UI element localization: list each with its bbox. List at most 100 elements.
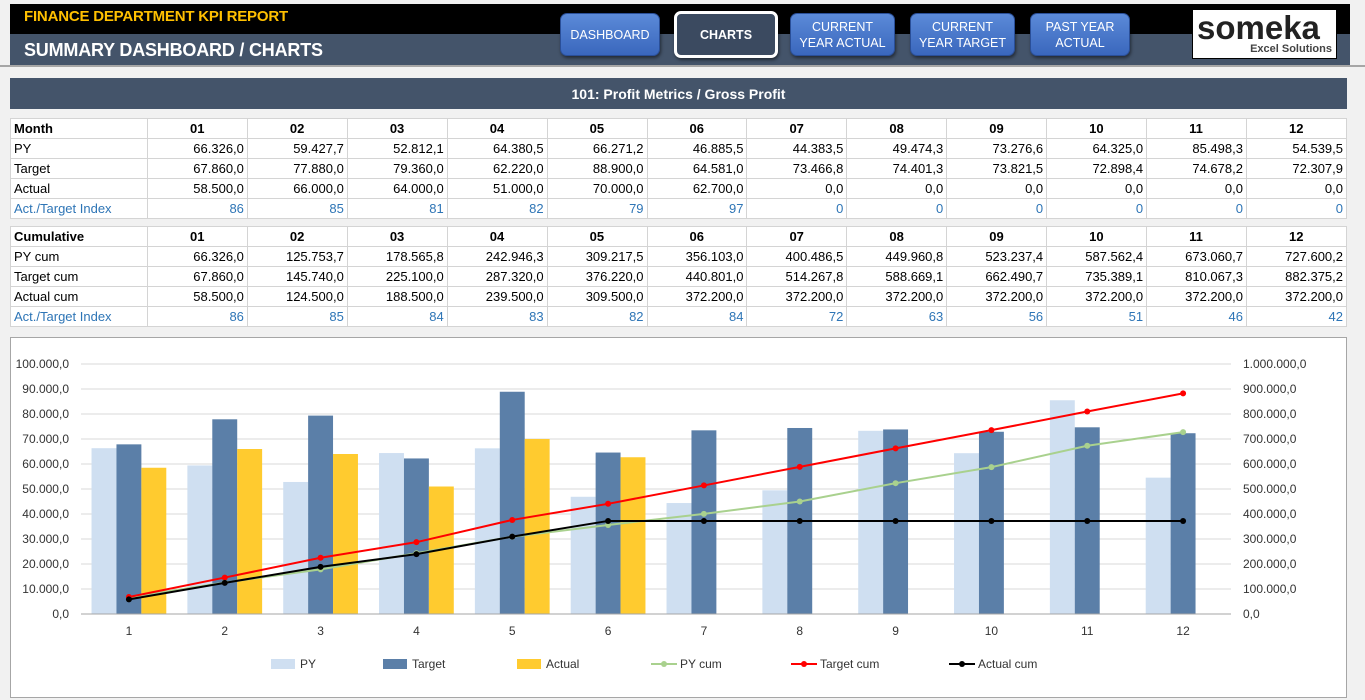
table-cell[interactable]: 66.000,0	[246, 178, 348, 199]
table-cell[interactable]: 727.600,2	[1245, 246, 1348, 267]
table-cell[interactable]: 0,0	[1245, 178, 1348, 199]
table-cell[interactable]: 42	[1245, 306, 1348, 327]
table-cell[interactable]: 62.220,0	[446, 158, 548, 179]
table-cell[interactable]: 662.490,7	[946, 266, 1048, 287]
table-cell[interactable]: 56	[946, 306, 1048, 327]
table-cell[interactable]: 62.700,0	[646, 178, 748, 199]
table-cell[interactable]: 70.000,0	[546, 178, 648, 199]
table-cell[interactable]: 588.669,1	[846, 266, 948, 287]
table-cell[interactable]: 0	[1245, 198, 1348, 219]
table-cell[interactable]: 64.325,0	[1046, 138, 1148, 159]
table-cell[interactable]: 356.103,0	[646, 246, 748, 267]
table-cell[interactable]: 124.500,0	[246, 286, 348, 307]
table-cell[interactable]: 239.500,0	[446, 286, 548, 307]
table-cell[interactable]: 66.326,0	[147, 246, 248, 267]
table-cell[interactable]: 79.360,0	[346, 158, 448, 179]
table-cell[interactable]: 242.946,3	[446, 246, 548, 267]
table-cell[interactable]: 66.271,2	[546, 138, 648, 159]
table-cell[interactable]: 72.307,9	[1245, 158, 1348, 179]
nav-past-year-actual-button[interactable]: PAST YEAR ACTUAL	[1030, 13, 1130, 56]
table-cell[interactable]: 309.217,5	[546, 246, 648, 267]
table-cell[interactable]: 67.860,0	[147, 266, 248, 287]
table-cell[interactable]: 178.565,8	[346, 246, 448, 267]
table-cell[interactable]: 73.276,6	[946, 138, 1048, 159]
table-cell[interactable]: 74.678,2	[1146, 158, 1247, 179]
table-cell[interactable]: 125.753,7	[246, 246, 348, 267]
table-cell[interactable]: 67.860,0	[147, 158, 248, 179]
table-cell[interactable]: 0,0	[1046, 178, 1148, 199]
table-cell[interactable]: 85	[246, 198, 348, 219]
table-cell[interactable]: 79	[546, 198, 648, 219]
table-cell[interactable]: 735.389,1	[1046, 266, 1148, 287]
table-cell[interactable]: 0	[946, 198, 1048, 219]
nav-charts-button[interactable]: CHARTS	[674, 11, 778, 58]
table-cell[interactable]: 49.474,3	[846, 138, 948, 159]
table-cell[interactable]: 0,0	[846, 178, 948, 199]
table-cell[interactable]: 54.539,5	[1245, 138, 1348, 159]
table-cell[interactable]: 372.200,0	[1245, 286, 1348, 307]
table-cell[interactable]: 514.267,8	[746, 266, 848, 287]
table-cell[interactable]: 88.900,0	[546, 158, 648, 179]
table-cell[interactable]: 58.500,0	[147, 178, 248, 199]
table-cell[interactable]: 587.562,4	[1046, 246, 1148, 267]
table-cell[interactable]: 0	[746, 198, 848, 219]
table-cell[interactable]: 66.326,0	[147, 138, 248, 159]
table-cell[interactable]: 882.375,2	[1245, 266, 1348, 287]
table-cell[interactable]: 523.237,4	[946, 246, 1048, 267]
table-cell[interactable]: 188.500,0	[346, 286, 448, 307]
nav-current-year-actual-button[interactable]: CURRENT YEAR ACTUAL	[790, 13, 895, 56]
table-cell[interactable]: 51	[1046, 306, 1148, 327]
table-cell[interactable]: 72	[746, 306, 848, 327]
table-cell[interactable]: 0,0	[746, 178, 848, 199]
table-cell[interactable]: 309.500,0	[546, 286, 648, 307]
table-cell[interactable]: 64.581,0	[646, 158, 748, 179]
table-cell[interactable]: 372.200,0	[1146, 286, 1247, 307]
table-cell[interactable]: 86	[147, 198, 248, 219]
table-cell[interactable]: 673.060,7	[1146, 246, 1247, 267]
table-cell[interactable]: 52.812,1	[346, 138, 448, 159]
table-cell[interactable]: 83	[446, 306, 548, 327]
table-cell[interactable]: 74.401,3	[846, 158, 948, 179]
table-cell[interactable]: 59.427,7	[246, 138, 348, 159]
table-cell[interactable]: 77.880,0	[246, 158, 348, 179]
table-cell[interactable]: 372.200,0	[846, 286, 948, 307]
table-cell[interactable]: 84	[646, 306, 748, 327]
table-cell[interactable]: 0,0	[946, 178, 1048, 199]
table-cell[interactable]: 64.000,0	[346, 178, 448, 199]
table-cell[interactable]: 145.740,0	[246, 266, 348, 287]
table-cell[interactable]: 287.320,0	[446, 266, 548, 287]
table-cell[interactable]: 82	[446, 198, 548, 219]
table-cell[interactable]: 376.220,0	[546, 266, 648, 287]
table-cell[interactable]: 72.898,4	[1046, 158, 1148, 179]
table-cell[interactable]: 97	[646, 198, 748, 219]
table-cell[interactable]: 84	[346, 306, 448, 327]
table-cell[interactable]: 86	[147, 306, 248, 327]
table-cell[interactable]: 810.067,3	[1146, 266, 1247, 287]
table-cell[interactable]: 64.380,5	[446, 138, 548, 159]
table-cell[interactable]: 0,0	[1146, 178, 1247, 199]
table-cell[interactable]: 81	[346, 198, 448, 219]
table-cell[interactable]: 372.200,0	[746, 286, 848, 307]
table-cell[interactable]: 82	[546, 306, 648, 327]
table-cell[interactable]: 58.500,0	[147, 286, 248, 307]
table-cell[interactable]: 225.100,0	[346, 266, 448, 287]
table-cell[interactable]: 51.000,0	[446, 178, 548, 199]
table-cell[interactable]: 372.200,0	[1046, 286, 1148, 307]
table-cell[interactable]: 73.466,8	[746, 158, 848, 179]
table-cell[interactable]: 372.200,0	[946, 286, 1048, 307]
table-cell[interactable]: 400.486,5	[746, 246, 848, 267]
table-cell[interactable]: 44.383,5	[746, 138, 848, 159]
table-cell[interactable]: 0	[1046, 198, 1148, 219]
table-cell[interactable]: 85.498,3	[1146, 138, 1247, 159]
table-cell[interactable]: 46.885,5	[646, 138, 748, 159]
table-cell[interactable]: 0	[1146, 198, 1247, 219]
table-cell[interactable]: 440.801,0	[646, 266, 748, 287]
table-cell[interactable]: 46	[1146, 306, 1247, 327]
nav-dashboard-button[interactable]: DASHBOARD	[560, 13, 660, 56]
table-cell[interactable]: 85	[246, 306, 348, 327]
table-cell[interactable]: 63	[846, 306, 948, 327]
someka-logo[interactable]: someka Excel Solutions	[1192, 9, 1337, 59]
table-cell[interactable]: 0	[846, 198, 948, 219]
table-cell[interactable]: 372.200,0	[646, 286, 748, 307]
table-cell[interactable]: 449.960,8	[846, 246, 948, 267]
